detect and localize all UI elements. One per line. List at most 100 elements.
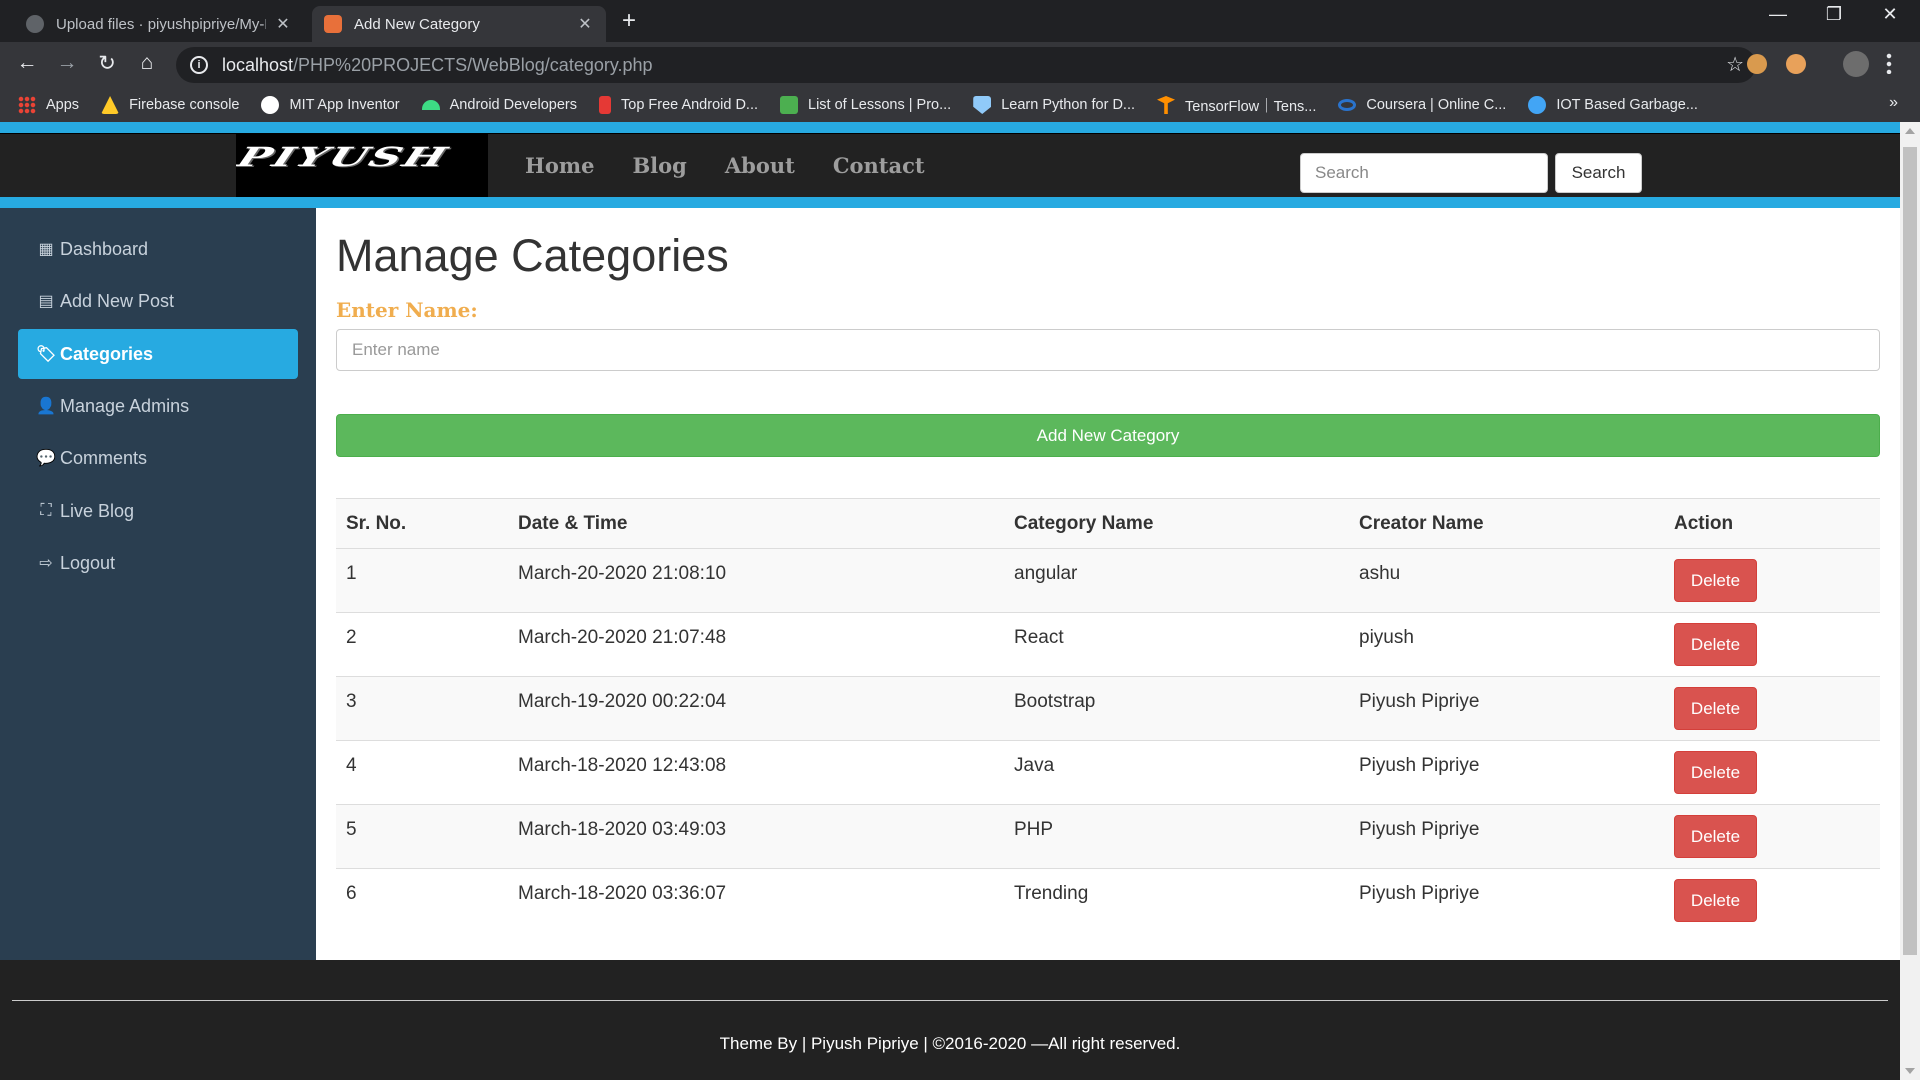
sidebar-item-live-blog[interactable]: ⛶ Live Blog [18, 486, 298, 536]
cell-date-time: March-18-2020 03:36:07 [518, 883, 727, 904]
lessons-icon [780, 96, 799, 114]
bookmark-star-icon[interactable]: ☆ [1726, 52, 1744, 77]
bookmark-firebase[interactable]: Firebase console [101, 96, 239, 114]
bookmark-learn-python[interactable]: Learn Python for D... [973, 96, 1135, 114]
user-icon: 👤 [36, 398, 56, 415]
php-favicon-icon [324, 15, 342, 33]
bookmark-tensorflow[interactable]: TensorFlow｜Tens... [1157, 95, 1316, 116]
header-action: Action [1674, 513, 1734, 534]
restore-button[interactable]: ❐ [1814, 4, 1854, 25]
page-viewport: PIYUSH Home Blog About Contact Search Se… [0, 122, 1920, 1080]
address-bar[interactable]: i localhost /PHP%20PROJECTS/WebBlog/cate… [176, 47, 1756, 83]
cell-sr-no: 1 [346, 563, 357, 584]
github-icon [26, 15, 44, 33]
sidebar-item-label: Manage Admins [60, 395, 190, 416]
cell-date-time: March-18-2020 03:49:03 [518, 819, 727, 840]
close-tab-icon[interactable]: ✕ [576, 14, 594, 34]
delete-button[interactable]: Delete [1674, 687, 1757, 730]
coursera-icon [1338, 99, 1357, 111]
sidebar-item-label: Categories [60, 343, 154, 364]
back-button[interactable]: ← [12, 51, 42, 75]
forward-button[interactable]: → [52, 51, 82, 75]
delete-button[interactable]: Delete [1674, 559, 1757, 602]
delete-button[interactable]: Delete [1674, 815, 1757, 858]
main-menu: Home Blog About Contact [525, 134, 963, 197]
header-sr-no: Sr. No. [346, 513, 407, 534]
address-host: localhost [222, 54, 294, 75]
browser-tab-active[interactable]: Add New Category ✕ [312, 6, 606, 42]
globe-icon [1528, 96, 1547, 114]
list-icon: ▤ [38, 293, 54, 310]
browser-tab[interactable]: Upload files · piyushpipriye/My-Bl ✕ [14, 6, 304, 42]
sidebar-item-add-new-post[interactable]: ▤ Add New Post [18, 276, 298, 326]
category-name-input[interactable]: Enter name [336, 329, 1880, 371]
sidebar-item-label: Comments [60, 447, 148, 468]
cell-category-name: PHP [1014, 819, 1054, 840]
scrollbar-thumb[interactable] [1903, 147, 1917, 955]
table-row: 5 March-18-2020 03:49:03 PHP Piyush Pipr… [336, 804, 1880, 868]
logout-icon: ⇨ [39, 555, 53, 572]
add-new-category-button[interactable]: Add New Category [336, 414, 1880, 457]
shield-icon [973, 96, 992, 114]
sidebar-item-logout[interactable]: ⇨ Logout [18, 538, 298, 588]
sidebar-item-label: Logout [60, 552, 116, 573]
delete-button[interactable]: Delete [1674, 751, 1757, 794]
sidebar-item-categories[interactable]: 🏷 Categories [18, 329, 298, 379]
nav-contact-link[interactable]: Contact [833, 153, 925, 178]
more-bookmarks-icon[interactable]: » [1889, 94, 1898, 112]
navbar-search-button[interactable]: Search [1555, 153, 1642, 193]
bookmark-list-of-lessons[interactable]: List of Lessons | Pro... [780, 96, 951, 114]
cell-creator-name: Piyush Pipriye [1359, 883, 1480, 904]
cell-sr-no: 4 [346, 755, 357, 776]
profile-avatar-icon[interactable] [1843, 51, 1869, 77]
scroll-up-arrow-icon[interactable] [1905, 128, 1915, 134]
navbar-search-input[interactable]: Search [1300, 153, 1548, 193]
cell-sr-no: 3 [346, 691, 357, 712]
nav-home-link[interactable]: Home [525, 153, 594, 178]
nav-about-link[interactable]: About [725, 153, 795, 178]
bookmark-iot-garbage[interactable]: IOT Based Garbage... [1528, 96, 1698, 114]
cell-creator-name: piyush [1359, 627, 1414, 648]
bookmarks-bar: Apps Firebase console MIT App Inventor A… [0, 88, 1920, 122]
table-header-row: Sr. No. Date & Time Category Name Creato… [336, 498, 1880, 548]
nav-blog-link[interactable]: Blog [632, 153, 686, 178]
scroll-down-arrow-icon[interactable] [1905, 1068, 1915, 1074]
sidebar-item-manage-admins[interactable]: 👤 Manage Admins [18, 381, 298, 431]
home-button[interactable]: ⌂ [132, 51, 162, 75]
cell-creator-name: Piyush Pipriye [1359, 691, 1480, 712]
cookie-editor-extension-icon[interactable] [1786, 54, 1806, 74]
browser-tab-strip: Upload files · piyushpipriye/My-Bl ✕ Add… [0, 0, 1920, 42]
bookmark-apps[interactable]: Apps [18, 96, 79, 114]
bookmark-android-developers[interactable]: Android Developers [421, 97, 577, 113]
bookmark-top-free-android[interactable]: Top Free Android D... [599, 96, 758, 114]
cookie-extension-icon[interactable] [1747, 54, 1767, 74]
cell-creator-name: ashu [1359, 563, 1401, 584]
delete-button[interactable]: Delete [1674, 879, 1757, 922]
page-scrollbar[interactable] [1900, 122, 1920, 1080]
close-window-button[interactable]: ✕ [1870, 4, 1910, 25]
cell-category-name: Trending [1014, 883, 1089, 904]
android-apps-icon [599, 96, 611, 114]
cell-category-name: React [1014, 627, 1064, 648]
close-tab-icon[interactable]: ✕ [274, 14, 292, 34]
site-logo[interactable]: PIYUSH [236, 134, 488, 197]
cell-category-name: Bootstrap [1014, 691, 1096, 712]
menu-kebab-icon[interactable] [1886, 52, 1892, 74]
new-tab-button[interactable]: + [622, 8, 636, 34]
bookmark-mit-app-inventor[interactable]: MIT App Inventor [261, 96, 400, 114]
reload-button[interactable]: ↻ [92, 51, 122, 76]
delete-button[interactable]: Delete [1674, 623, 1757, 666]
sidebar-item-label: Add New Post [60, 290, 175, 311]
sidebar-item-label: Dashboard [60, 238, 149, 259]
cell-sr-no: 5 [346, 819, 357, 840]
top-accent-stripe [0, 122, 1900, 133]
grid-icon: ▦ [38, 241, 54, 258]
site-info-icon[interactable]: i [190, 56, 208, 74]
sidebar-item-comments[interactable]: 💬 Comments [18, 433, 298, 483]
minimize-button[interactable]: — [1758, 4, 1798, 25]
cell-date-time: March-20-2020 21:08:10 [518, 563, 727, 584]
sidebar-item-dashboard[interactable]: ▦ Dashboard [18, 224, 298, 274]
bottom-accent-stripe [0, 197, 1900, 208]
bookmark-coursera[interactable]: Coursera | Online C... [1338, 97, 1506, 113]
sidebar-item-label: Live Blog [60, 500, 135, 521]
